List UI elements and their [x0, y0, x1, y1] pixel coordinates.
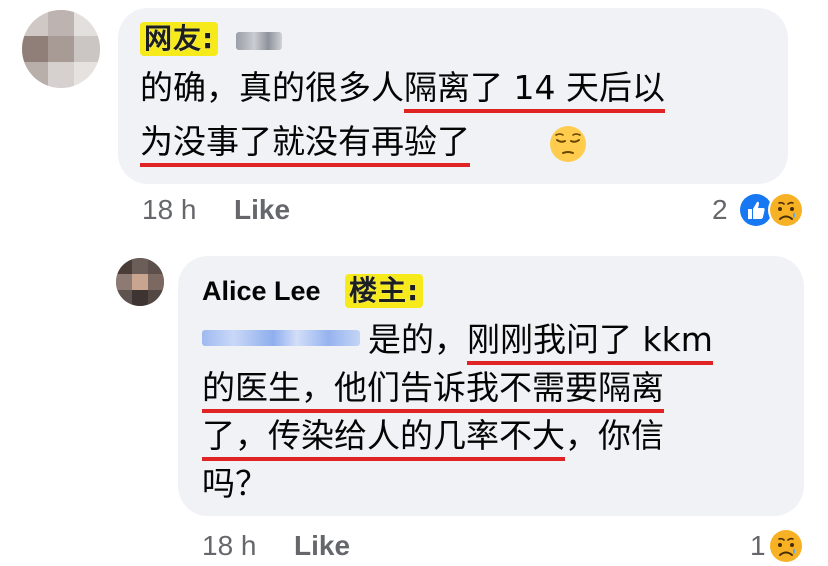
reply-text-plain: ，你信 [565, 416, 664, 455]
comment-text-line-1: 的确，真的很多人隔离了 14 天后以 [140, 66, 665, 113]
commenter-avatar[interactable] [22, 10, 100, 88]
highlighted-text: 的医生，他们告诉我不需要隔离 [202, 368, 664, 413]
reaction-count[interactable]: 2 [712, 194, 728, 226]
comment-text-line-2: 为没事了就没有再验了 [140, 120, 470, 167]
reply-like-button[interactable]: Like [294, 530, 350, 562]
reply-text-line-1: 是的，刚刚我问了 kkm [368, 318, 713, 365]
op-tag: 楼主: [345, 274, 424, 308]
reply-text-line-4: 吗？ [202, 462, 268, 506]
blurred-commenter-name[interactable] [236, 32, 282, 50]
highlighted-text: 刚刚我问了 kkm [467, 320, 713, 365]
reply-reaction-count[interactable]: 1 [750, 530, 766, 562]
like-button[interactable]: Like [234, 194, 290, 226]
pensive-face-icon [550, 126, 586, 162]
netizen-tag: 网友: [140, 22, 219, 56]
highlighted-text: 为没事了就没有再验了 [140, 122, 470, 167]
blurred-mentioned-name[interactable] [202, 330, 360, 346]
sad-reaction-icon[interactable] [767, 527, 805, 565]
author-avatar[interactable] [116, 258, 164, 306]
reply-text-plain: 吗？ [202, 464, 268, 503]
author-name[interactable]: Alice Lee [202, 276, 321, 307]
reply-timestamp[interactable]: 18 h [202, 530, 257, 562]
reply-text-line-2: 的医生，他们告诉我不需要隔离 [202, 366, 664, 413]
highlighted-text: 隔离了 14 天后以 [404, 68, 665, 113]
reply-text-plain: 是的， [368, 320, 467, 359]
comment-text-plain: 的确，真的很多人 [140, 68, 404, 107]
highlighted-text: 了，传染给人的几率不大 [202, 416, 565, 461]
comment-timestamp[interactable]: 18 h [142, 194, 197, 226]
sad-reaction-icon[interactable] [767, 191, 805, 229]
reply-text-line-3: 了，传染给人的几率不大，你信 [202, 414, 664, 461]
